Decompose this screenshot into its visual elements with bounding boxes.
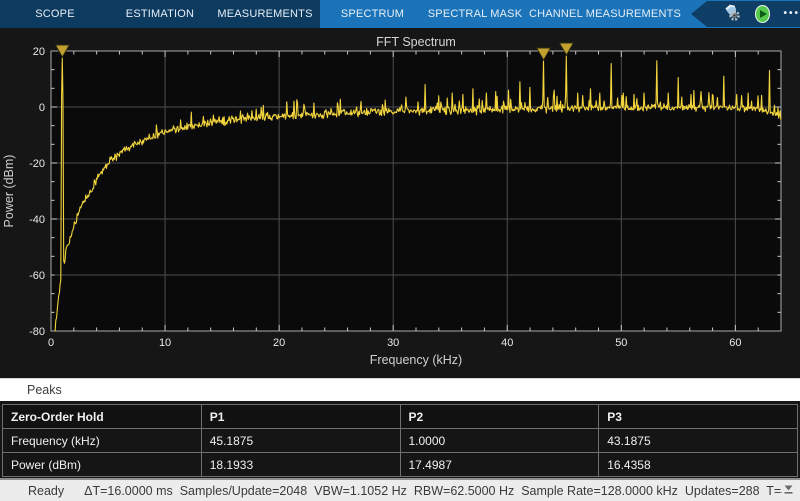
fft-spectrum-plot: 0 10 20 30 40 50 60 20 0 -20 -40 -60 -80 FFT Spectru… (0, 28, 800, 378)
tab-scope[interactable]: SCOPE (0, 0, 110, 28)
more-options-icon[interactable]: ••• (783, 9, 800, 19)
svg-text:0: 0 (48, 337, 54, 349)
peaks-panel-header: Peaks (0, 378, 800, 401)
peaks-col-p1: P1 (201, 405, 400, 429)
svg-text:50: 50 (615, 337, 627, 349)
freq-p1: 45.1875 (201, 429, 400, 453)
peaks-table-wrap: Zero-Order Hold P1 P2 P3 Frequency (kHz)… (0, 401, 800, 478)
actions-chevron: ••• (691, 1, 800, 27)
svg-text:60: 60 (729, 337, 741, 349)
svg-text:-40: -40 (29, 214, 45, 226)
properties-tags-icon[interactable] (723, 3, 742, 26)
tab-channel-measurements[interactable]: CHANNEL MEASUREMENTS (525, 0, 685, 28)
power-p2: 17.4987 (400, 453, 599, 477)
tab-spectrum[interactable]: SPECTRUM (320, 0, 425, 28)
y-axis-label: Power (dBm) (2, 155, 16, 228)
svg-text:10: 10 (159, 337, 171, 349)
svg-text:20: 20 (273, 337, 285, 349)
peaks-panel-title: Peaks (27, 383, 62, 397)
plot-region: 0 10 20 30 40 50 60 20 0 -20 -40 -60 -80 FFT Spectru… (0, 28, 800, 378)
toolstrip-active-section: SPECTRUM SPECTRAL MASK CHANNEL MEASUREME… (320, 0, 800, 28)
x-axis-label: Frequency (kHz) (370, 353, 462, 367)
svg-text:-20: -20 (29, 158, 45, 170)
row-label-power: Power (dBm) (3, 453, 202, 477)
peaks-table: Zero-Order Hold P1 P2 P3 Frequency (kHz)… (2, 404, 798, 477)
peaks-col-p2: P2 (400, 405, 599, 429)
tab-spectral-mask[interactable]: SPECTRAL MASK (425, 0, 525, 28)
peaks-corner-cell: Zero-Order Hold (3, 405, 202, 429)
status-state: Ready (28, 484, 64, 498)
freq-p2: 1.0000 (400, 429, 599, 453)
run-icon[interactable] (755, 5, 770, 23)
peaks-table-header-row: Zero-Order Hold P1 P2 P3 (3, 405, 798, 429)
toolstrip-actions: ••• (685, 0, 800, 28)
svg-text:-60: -60 (29, 270, 45, 282)
svg-text:30: 30 (387, 337, 399, 349)
power-p1: 18.1933 (201, 453, 400, 477)
dock-icon[interactable] (782, 483, 795, 498)
tab-estimation[interactable]: ESTIMATION (110, 0, 210, 28)
table-row: Power (dBm) 18.1933 17.4987 16.4358 (3, 453, 798, 477)
power-p3: 16.4358 (599, 453, 798, 477)
table-row: Frequency (kHz) 45.1875 1.0000 43.1875 (3, 429, 798, 453)
status-metrics: ΔT=16.0000 ms Samples/Update=2048 VBW=1.… (84, 484, 782, 498)
row-label-frequency: Frequency (kHz) (3, 429, 202, 453)
tab-measurements[interactable]: MEASUREMENTS (210, 0, 320, 28)
status-bar: Ready ΔT=16.0000 ms Samples/Update=2048 … (0, 478, 800, 501)
svg-text:20: 20 (33, 46, 45, 58)
svg-text:40: 40 (501, 337, 513, 349)
toolstrip: SCOPE ESTIMATION MEASUREMENTS SPECTRUM S… (0, 0, 800, 28)
svg-text:0: 0 (39, 102, 45, 114)
freq-p3: 43.1875 (599, 429, 798, 453)
svg-text:-80: -80 (29, 326, 45, 338)
peaks-col-p3: P3 (599, 405, 798, 429)
plot-title: FFT Spectrum (376, 35, 456, 49)
